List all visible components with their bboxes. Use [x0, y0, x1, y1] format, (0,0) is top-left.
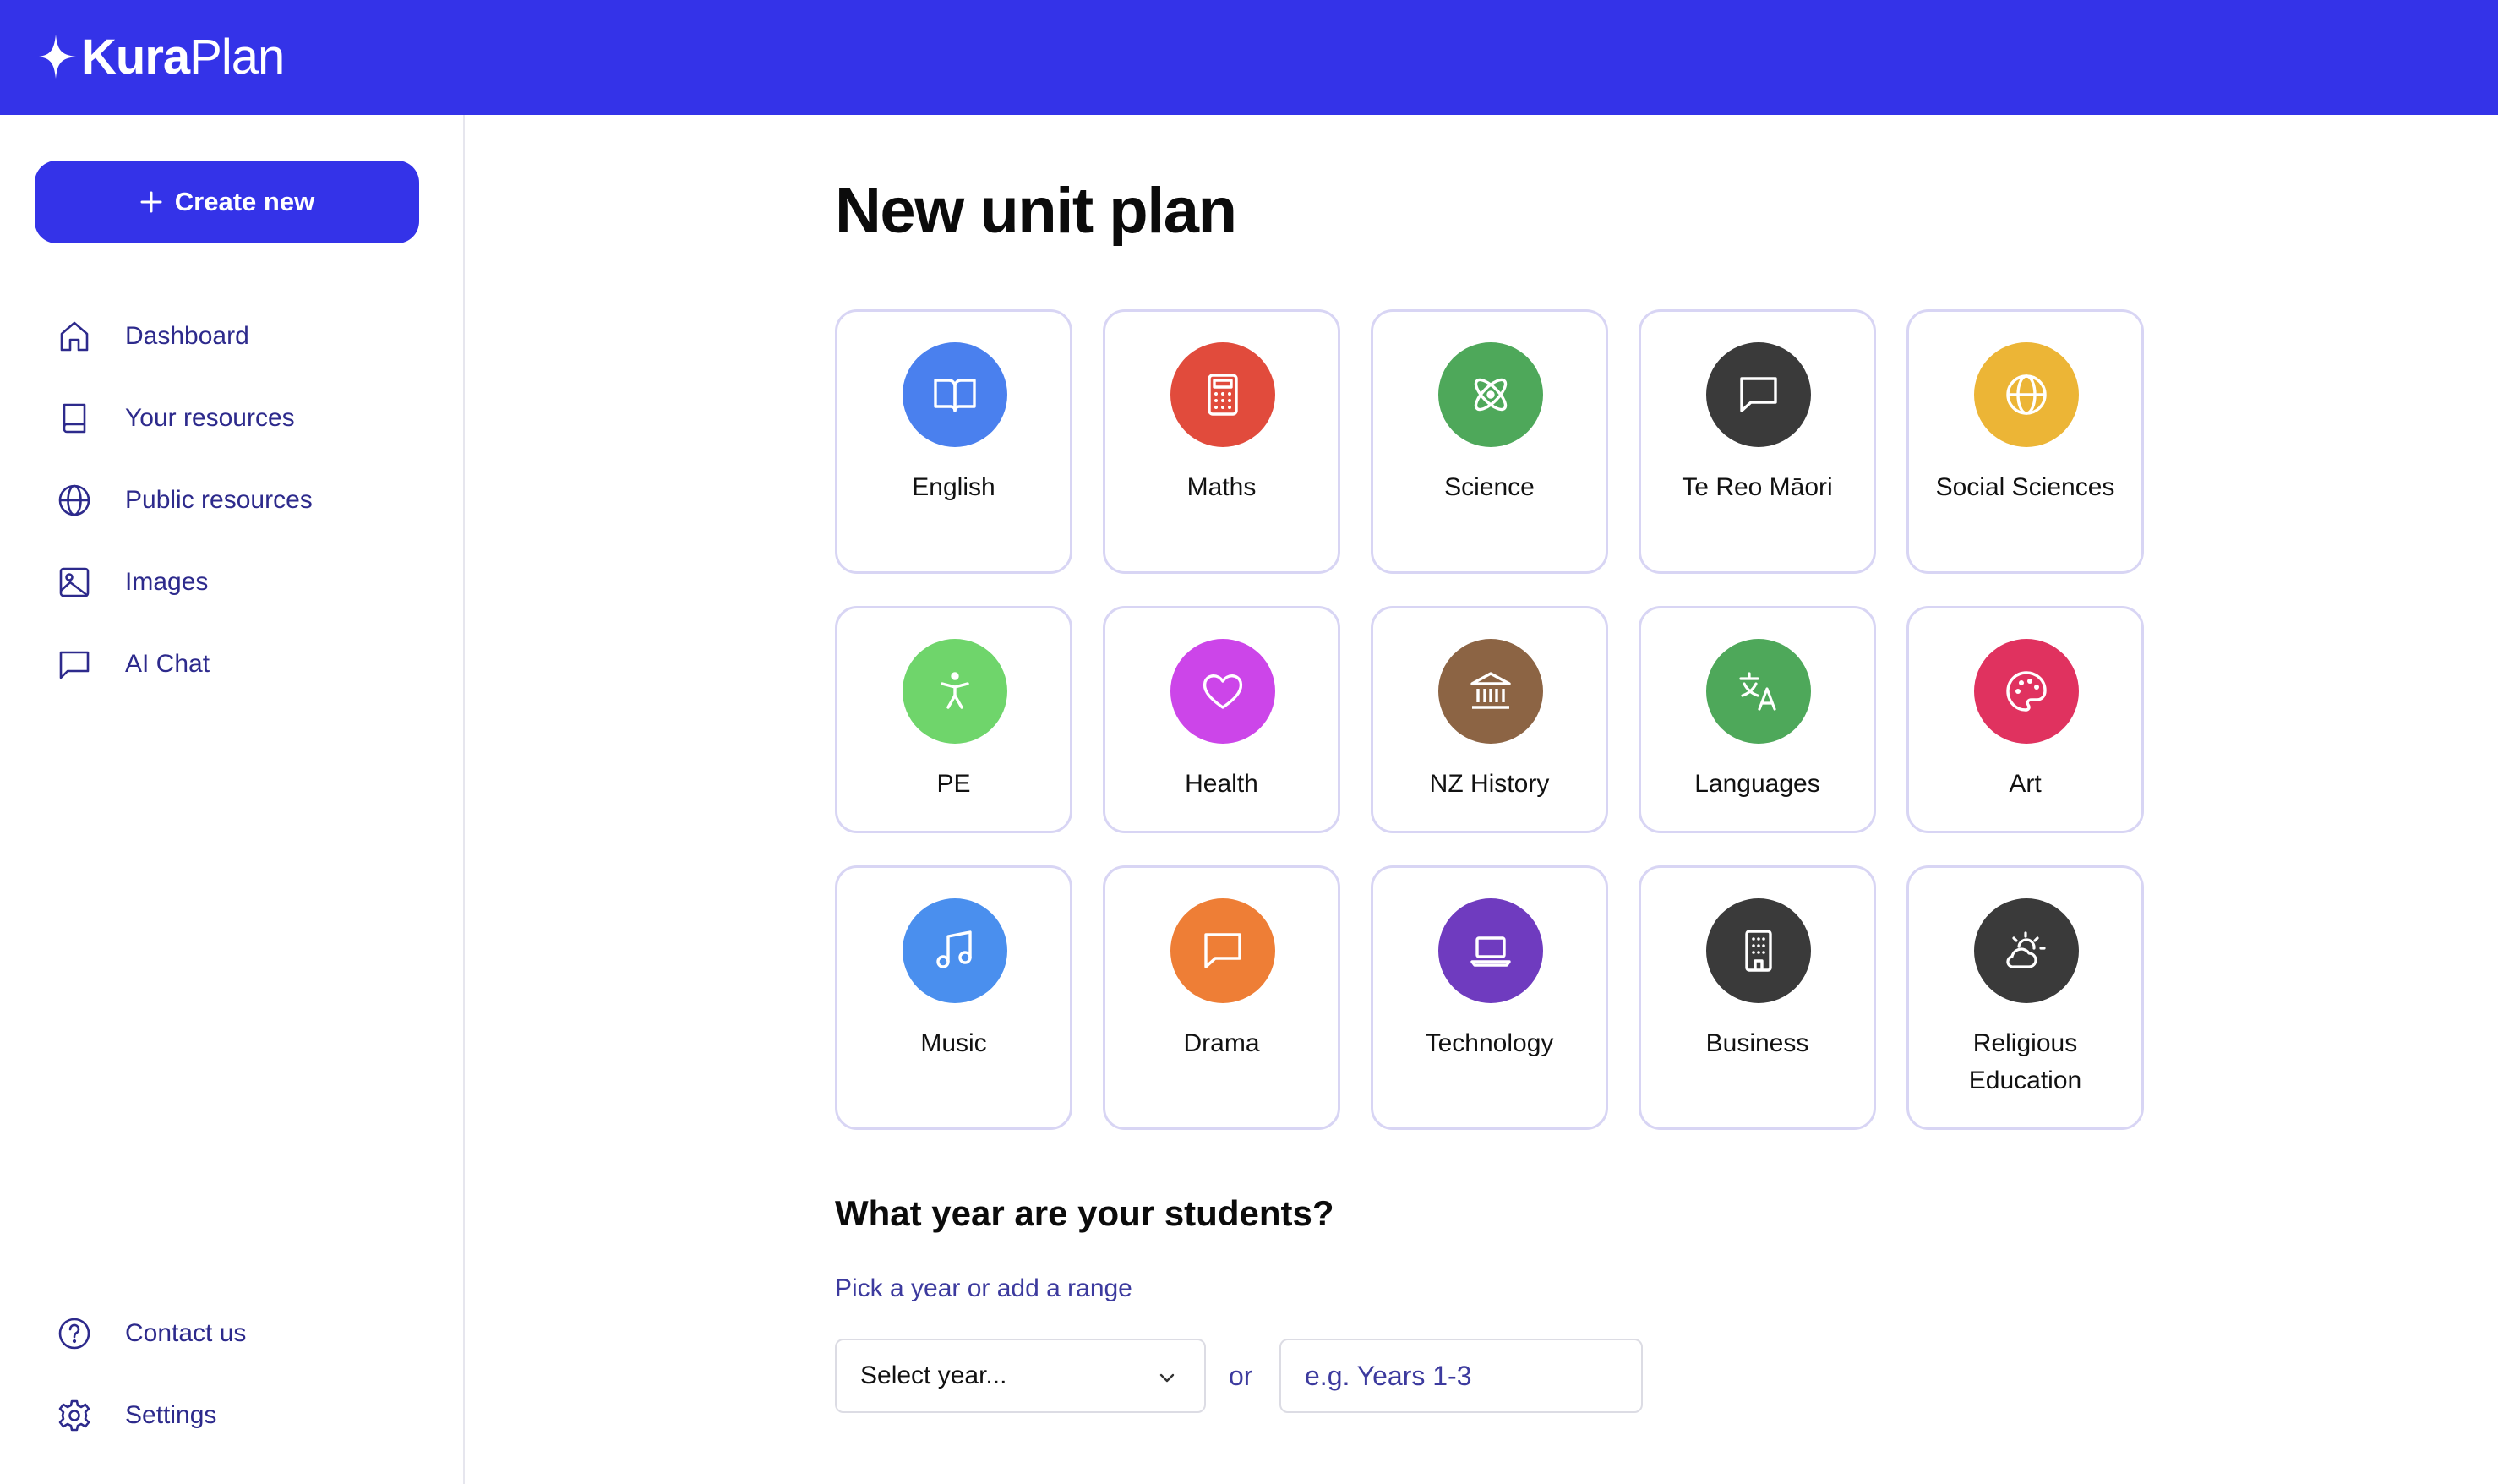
- subject-label: Science: [1444, 473, 1535, 501]
- subject-icon-circle: [1706, 342, 1811, 447]
- sidebar-item-label: Images: [125, 568, 209, 596]
- logo-text-light: Plan: [189, 29, 285, 85]
- subject-icon-circle: [903, 898, 1007, 1003]
- subject-icon-circle: [1170, 342, 1275, 447]
- page-title: New unit plan: [835, 175, 1237, 247]
- subject-card-nz-history[interactable]: NZ History: [1371, 606, 1608, 833]
- year-select[interactable]: Select year...: [835, 1339, 1206, 1413]
- subject-icon-circle: [1974, 639, 2079, 744]
- subject-card-health[interactable]: Health: [1103, 606, 1340, 833]
- chevron-down-icon: [1159, 1373, 1175, 1383]
- sidebar-item-settings[interactable]: Settings: [56, 1392, 216, 1439]
- subject-card-pe[interactable]: PE: [835, 606, 1072, 833]
- home-icon: [60, 321, 89, 352]
- subject-card-business[interactable]: Business: [1639, 865, 1876, 1130]
- year-select-value: Select year...: [860, 1361, 1007, 1389]
- sidebar-item-contact-us[interactable]: Contact us: [56, 1310, 246, 1357]
- plus-icon: [140, 191, 162, 213]
- laptop-icon: [1470, 936, 1511, 967]
- globe-icon: [58, 484, 90, 516]
- subject-card-te-reo-maori[interactable]: Te Reo Māori: [1639, 309, 1876, 574]
- subject-card-drama[interactable]: Drama: [1103, 865, 1340, 1130]
- subject-label: Social Sciences: [1935, 473, 2115, 501]
- create-new-label: Create new: [174, 187, 315, 216]
- subject-label: Drama: [1183, 1029, 1260, 1057]
- subject-card-languages[interactable]: Languages: [1639, 606, 1876, 833]
- music-note-icon: [936, 930, 972, 968]
- subject-icon-circle: [1170, 639, 1275, 744]
- landmark-icon: [1470, 672, 1511, 709]
- speech-bubble-icon: [1204, 933, 1241, 968]
- subject-icon-circle: [1438, 898, 1543, 1003]
- sidebar-item-your-resources[interactable]: Your resources: [56, 395, 295, 442]
- subject-label: NZ History: [1429, 770, 1550, 798]
- sparkle-logo-icon: [39, 35, 76, 79]
- year-section-subtitle: Pick a year or add a range: [835, 1274, 1132, 1302]
- subject-icon-circle: [903, 342, 1007, 447]
- subject-icon-circle: [1706, 898, 1811, 1003]
- subject-card-english[interactable]: English: [835, 309, 1072, 574]
- sidebar-item-images[interactable]: Images: [56, 559, 208, 606]
- subject-icon-circle: [903, 639, 1007, 744]
- sidebar-item-label: Contact us: [125, 1319, 247, 1347]
- subject-icon-circle: [1170, 898, 1275, 1003]
- gear-icon: [58, 1399, 90, 1432]
- subject-label: Business: [1705, 1029, 1809, 1057]
- or-label: or: [1229, 1361, 1253, 1391]
- subject-card-social-sciences[interactable]: Social Sciences: [1906, 309, 2144, 574]
- building-icon: [1745, 930, 1772, 972]
- sidebar-item-label: Public resources: [125, 486, 313, 514]
- image-icon: [59, 567, 90, 597]
- sidebar-item-label: Your resources: [125, 404, 295, 432]
- sidebar-item-dashboard[interactable]: Dashboard: [56, 313, 249, 360]
- subject-label: Maths: [1186, 473, 1257, 501]
- subject-label: Music: [920, 1029, 987, 1057]
- subject-card-music[interactable]: Music: [835, 865, 1072, 1130]
- subject-label: Languages: [1694, 770, 1820, 798]
- heart-icon: [1203, 674, 1243, 709]
- atom-icon: [1474, 378, 1508, 412]
- open-book-icon: [934, 379, 976, 412]
- calculator-icon: [1208, 374, 1238, 416]
- sidebar-item-label: AI Chat: [125, 650, 210, 678]
- subject-icon-circle: [1974, 342, 2079, 447]
- translate-icon: [1739, 672, 1776, 711]
- subject-card-religious-education[interactable]: Religious Education: [1906, 865, 2144, 1130]
- sun-cloud-icon: [2006, 931, 2046, 968]
- subject-icon-circle: [1438, 639, 1543, 744]
- subject-card-technology[interactable]: Technology: [1371, 865, 1608, 1130]
- subject-label: Te Reo Māori: [1682, 473, 1833, 501]
- person-icon: [941, 672, 969, 709]
- speech-bubble-icon: [1740, 377, 1777, 412]
- kuraplan-logo[interactable]: Kura Plan: [37, 29, 285, 85]
- sidebar-item-public-resources[interactable]: Public resources: [56, 477, 313, 524]
- chat-icon: [59, 651, 90, 679]
- subject-label: PE: [936, 770, 971, 798]
- sidebar-item-label: Dashboard: [125, 322, 249, 350]
- sidebar-item-ai-chat[interactable]: AI Chat: [56, 641, 210, 688]
- palette-icon: [2006, 671, 2047, 712]
- help-circle-icon: [58, 1318, 90, 1350]
- globe-icon: [2006, 374, 2047, 415]
- book-icon: [63, 403, 86, 434]
- subject-label: Religious Education: [1968, 1029, 2082, 1094]
- subject-label: Health: [1185, 770, 1258, 798]
- subject-label: Technology: [1425, 1029, 1554, 1057]
- subject-card-maths[interactable]: Maths: [1103, 309, 1340, 574]
- subject-icon-circle: [1438, 342, 1543, 447]
- subject-label: Art: [2009, 770, 2042, 798]
- subject-card-science[interactable]: Science: [1371, 309, 1608, 574]
- sidebar: Create new Dashboard Your resources Publ…: [0, 115, 465, 1484]
- logo-text-bold: Kura: [81, 29, 190, 85]
- subject-icon-circle: [1974, 898, 2079, 1003]
- subject-label: English: [912, 473, 995, 501]
- sidebar-item-label: Settings: [125, 1401, 217, 1429]
- year-range-input[interactable]: [1279, 1339, 1643, 1413]
- year-section-title: What year are your students?: [835, 1193, 1334, 1233]
- subject-card-art[interactable]: Art: [1906, 606, 2144, 833]
- subject-icon-circle: [1706, 639, 1811, 744]
- top-bar: Kura Plan: [0, 0, 2498, 115]
- create-new-button[interactable]: Create new: [35, 161, 419, 243]
